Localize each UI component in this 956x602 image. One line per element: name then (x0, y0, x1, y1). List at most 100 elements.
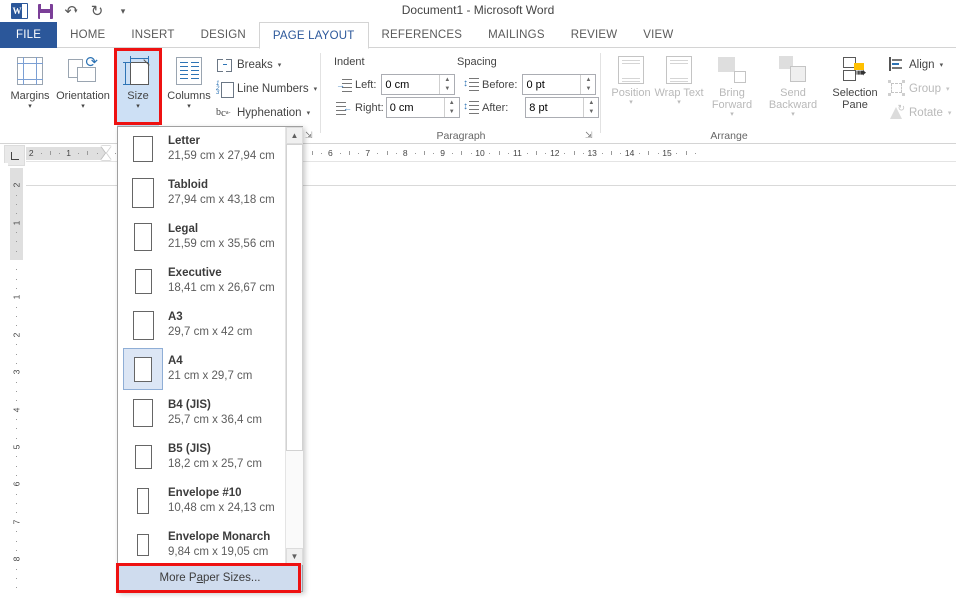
indent-left-spinner[interactable]: ▲ ▼ (439, 75, 454, 94)
more-paper-sizes-item[interactable]: More Paper Sizes... (118, 564, 302, 591)
spacing-after-spin-down[interactable]: ▼ (584, 108, 598, 118)
paper-size-item[interactable]: Letter21,59 cm x 27,94 cm (118, 127, 287, 171)
ruler-tick-mark (16, 550, 17, 551)
scroll-down-button[interactable]: ▼ (286, 548, 303, 565)
selection-pane-button[interactable]: ➠ Selection Pane (826, 51, 884, 127)
position-button[interactable]: Position ▾ (605, 51, 657, 127)
paper-size-scrollbar[interactable]: ▲ ▼ (285, 127, 302, 565)
tab-file[interactable]: FILE (0, 22, 57, 48)
indent-right-spinner[interactable]: ▲ ▼ (444, 98, 459, 117)
indent-right-spin-up[interactable]: ▲ (445, 98, 459, 108)
line-numbers-command[interactable]: 123 Line Numbers ▾ (216, 77, 317, 100)
size-dropdown-caret[interactable]: ▾ (136, 103, 140, 111)
tab-insert[interactable]: INSERT (118, 22, 187, 48)
align-command[interactable]: Align ▾ (888, 53, 943, 76)
margins-dropdown-caret[interactable]: ▾ (28, 103, 32, 111)
paper-size-item[interactable]: Tabloid27,94 cm x 43,18 cm (118, 171, 287, 215)
tab-review[interactable]: REVIEW (558, 22, 631, 48)
tab-references[interactable]: REFERENCES (369, 22, 476, 48)
ruler-tick-mark (59, 153, 60, 154)
ruler-tick-mark (658, 153, 659, 154)
ruler-tick-mark (16, 382, 17, 383)
ruler-tick-mark (16, 541, 17, 542)
ruler-tick-11: 11 (513, 148, 522, 158)
left-indent-marker[interactable] (102, 161, 112, 162)
breaks-command[interactable]: Breaks ▾ (216, 53, 281, 76)
tab-mailings[interactable]: MAILINGS (475, 22, 558, 48)
indent-left-input[interactable] (382, 75, 439, 94)
paper-size-item[interactable]: Envelope Monarch9,84 cm x 19,05 cm (118, 523, 287, 565)
word-application-window: W ↶▾ ↻ ▾ Document1 - Microsoft Word FILE… (0, 0, 956, 602)
indent-right-spin-down[interactable]: ▼ (445, 108, 459, 118)
spacing-after-input[interactable] (526, 98, 583, 117)
paper-size-name: Envelope Monarch (168, 530, 270, 545)
hanging-indent-marker[interactable] (101, 153, 111, 160)
spacing-before-spin-up[interactable]: ▲ (581, 75, 595, 85)
spacing-before-spin-down[interactable]: ▼ (581, 85, 595, 95)
tab-view[interactable]: VIEW (630, 22, 686, 48)
paper-size-list[interactable]: Letter21,59 cm x 27,94 cm Tabloid27,94 cm… (118, 127, 287, 565)
paper-size-item[interactable]: Envelope #1010,48 cm x 24,13 cm (118, 479, 287, 523)
columns-dropdown-caret[interactable]: ▾ (187, 103, 191, 111)
breaks-caret[interactable]: ▾ (278, 61, 282, 69)
scroll-up-button[interactable]: ▲ (286, 127, 303, 144)
tab-page-layout[interactable]: PAGE LAYOUT (259, 22, 369, 49)
vruler-tick-6: 6 (12, 476, 22, 493)
hyphenation-command[interactable]: bca- Hyphenation ▾ (216, 101, 310, 124)
spacing-after-spinner[interactable]: ▲ ▼ (583, 98, 598, 117)
ruler-tick-mark (16, 475, 17, 476)
group-command[interactable]: Group ▾ (888, 77, 949, 100)
wrap-text-dropdown-caret[interactable]: ▾ (677, 99, 681, 107)
tab-design[interactable]: DESIGN (188, 22, 259, 48)
vruler-margin-tick-2: 2 (12, 177, 22, 194)
indent-right-input[interactable] (387, 98, 444, 117)
columns-button[interactable]: Columns ▾ (161, 51, 217, 127)
indent-header: Indent (334, 56, 365, 68)
window-title: Document1 - Microsoft Word (0, 3, 956, 17)
orientation-button[interactable]: ⟳ Orientation ▾ (55, 51, 111, 127)
orientation-dropdown-caret[interactable]: ▾ (81, 103, 85, 111)
align-caret[interactable]: ▾ (940, 61, 944, 69)
page-setup-dialog-launcher[interactable]: ⇲ (305, 130, 316, 141)
first-line-indent-marker[interactable] (101, 146, 111, 153)
send-backward-button[interactable]: Send Backward ▾ (762, 51, 824, 127)
hyphenation-caret[interactable]: ▾ (307, 109, 311, 117)
indent-markers[interactable] (101, 145, 112, 162)
indent-left-spin-up[interactable]: ▲ (440, 75, 454, 85)
paper-size-item[interactable]: A421 cm x 29,7 cm (118, 347, 287, 391)
paper-size-item[interactable]: B5 (JIS)18,2 cm x 25,7 cm (118, 435, 287, 479)
scrollbar-thumb[interactable] (286, 144, 303, 451)
paper-size-item[interactable]: Executive18,41 cm x 26,67 cm (118, 259, 287, 303)
paper-size-text: B4 (JIS)25,7 cm x 36,4 cm (168, 398, 262, 428)
ruler-tick-mark (602, 153, 603, 154)
paper-thumbnail (123, 172, 163, 214)
bring-forward-dropdown-caret[interactable]: ▾ (730, 111, 734, 119)
spacing-before-input[interactable] (523, 75, 580, 94)
line-numbers-caret[interactable]: ▾ (314, 85, 318, 93)
paper-size-text: Tabloid27,94 cm x 43,18 cm (168, 178, 275, 208)
ruler-tick-mark (16, 354, 17, 355)
vertical-ruler[interactable]: 2112345678 (8, 168, 25, 602)
group-caret[interactable]: ▾ (946, 85, 950, 93)
scrollbar-track[interactable] (286, 144, 303, 548)
spacing-before-spinner[interactable]: ▲ ▼ (580, 75, 595, 94)
wrap-text-button[interactable]: Wrap Text ▾ (653, 51, 705, 127)
spacing-after-label: After: (482, 102, 508, 114)
indent-left-spin-down[interactable]: ▼ (440, 85, 454, 95)
paper-size-item[interactable]: A329,7 cm x 42 cm (118, 303, 287, 347)
size-button[interactable]: Size ▾ (117, 51, 159, 127)
paper-size-item[interactable]: Legal21,59 cm x 35,56 cm (118, 215, 287, 259)
document-left-gutter (0, 163, 8, 602)
send-backward-dropdown-caret[interactable]: ▾ (791, 111, 795, 119)
paper-size-item[interactable]: B4 (JIS)25,7 cm x 36,4 cm (118, 391, 287, 435)
tab-home[interactable]: HOME (57, 22, 118, 48)
rotate-command[interactable]: ↻ Rotate ▾ (888, 101, 951, 124)
spacing-after-spin-up[interactable]: ▲ (584, 98, 598, 108)
indent-left-row: → Left: ▲ ▼ (336, 74, 455, 95)
bring-forward-button[interactable]: Bring Forward ▾ (702, 51, 762, 127)
vruler-tick-4: 4 (12, 401, 22, 418)
position-dropdown-caret[interactable]: ▾ (629, 99, 633, 107)
margins-button[interactable]: Margins ▾ (2, 51, 58, 127)
spacing-after-icon: ↕ (463, 100, 479, 115)
rotate-caret[interactable]: ▾ (948, 109, 952, 117)
